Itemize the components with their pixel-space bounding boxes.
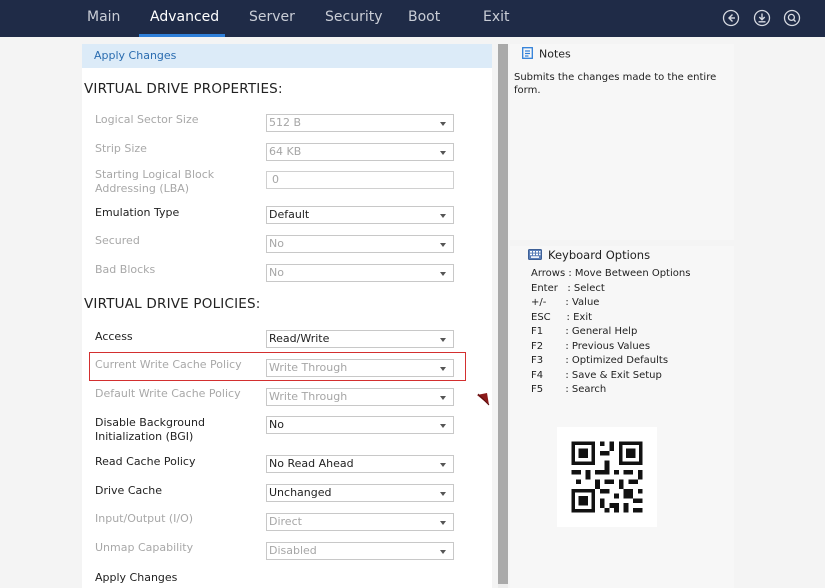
unmap-label: Unmap Capability — [95, 541, 194, 554]
secured-select: No — [266, 235, 454, 253]
keyboard-option-line: F5 : Search — [531, 384, 607, 395]
default-write-cache-select: Write Through — [266, 388, 454, 406]
keyboard-option-line: F1 : General Help — [531, 326, 638, 337]
logical-sector-size-label: Logical Sector Size — [95, 113, 199, 126]
notes-icon — [522, 47, 533, 62]
tab-security[interactable]: Security — [325, 9, 383, 25]
access-label: Access — [95, 330, 133, 343]
strip-size-value: 64 KB — [269, 145, 302, 158]
keyboard-option-line: Arrows : Move Between Options — [531, 268, 691, 279]
chevron-down-icon — [440, 492, 446, 496]
apply-changes-top-link[interactable]: Apply Changes — [82, 44, 492, 68]
read-cache-value: No Read Ahead — [269, 457, 354, 470]
tab-main[interactable]: Main — [87, 9, 120, 25]
unmap-value: Disabled — [269, 544, 317, 557]
strip-size-label: Strip Size — [95, 142, 147, 155]
access-select[interactable]: Read/Write — [266, 330, 454, 348]
notes-header: Notes — [522, 47, 571, 62]
bad-blocks-label: Bad Blocks — [95, 263, 156, 276]
secured-value: No — [269, 237, 284, 250]
default-write-cache-label: Default Write Cache Policy — [95, 387, 241, 400]
chevron-down-icon — [440, 214, 446, 218]
chevron-down-icon — [440, 338, 446, 342]
chevron-down-icon — [440, 424, 446, 428]
chevron-down-icon — [440, 550, 446, 554]
strip-size-select: 64 KB — [266, 143, 454, 161]
keyboard-options-header: Keyboard Options — [528, 248, 650, 263]
read-cache-label: Read Cache Policy — [95, 455, 196, 468]
section-title-properties: VIRTUAL DRIVE PROPERTIES: — [84, 81, 283, 97]
keyboard-option-line: ESC : Exit — [531, 311, 593, 323]
keyboard-option-line: F2 : Previous Values — [531, 340, 651, 352]
mouse-cursor-icon — [476, 390, 490, 406]
section-title-policies: VIRTUAL DRIVE POLICIES: — [84, 296, 261, 312]
emulation-type-label: Emulation Type — [95, 206, 180, 219]
keyboard-icon — [528, 248, 542, 263]
tab-boot[interactable]: Boot — [408, 9, 440, 25]
save-icon[interactable] — [753, 9, 771, 27]
drive-cache-value: Unchanged — [269, 486, 332, 499]
notes-title: Notes — [539, 47, 571, 61]
keyboard-option-line: F4 : Save & Exit Setup — [531, 369, 662, 381]
read-cache-select[interactable]: No Read Ahead — [266, 455, 454, 473]
drive-cache-select[interactable]: Unchanged — [266, 484, 454, 502]
current-write-cache-highlight — [89, 352, 466, 381]
apply-changes-bottom-link[interactable]: Apply Changes — [95, 571, 255, 585]
keyboard-options-list: Arrows : Move Between Options Enter : Se… — [531, 267, 690, 398]
disable-bgi-label: Disable Background Initialization (BGI) — [95, 416, 205, 443]
keyboard-option-line: F3 : Optimized Defaults — [531, 355, 669, 366]
drive-cache-label: Drive Cache — [95, 484, 163, 497]
chevron-down-icon — [440, 463, 446, 467]
bad-blocks-value: No — [269, 266, 284, 279]
bad-blocks-select: No — [266, 264, 454, 282]
io-label: Input/Output (I/O) — [95, 512, 194, 525]
chevron-down-icon — [440, 396, 446, 400]
chevron-down-icon — [440, 272, 446, 276]
secured-label: Secured — [95, 234, 140, 247]
search-icon[interactable] — [783, 9, 801, 27]
tab-server[interactable]: Server — [249, 9, 295, 25]
starting-lba-input: 0 — [266, 171, 454, 189]
chevron-down-icon — [440, 521, 446, 525]
chevron-down-icon — [440, 151, 446, 155]
tab-exit[interactable]: Exit — [483, 9, 510, 25]
notes-body: Submits the changes made to the entire f… — [514, 72, 717, 96]
io-value: Direct — [269, 515, 302, 528]
qr-code-icon — [557, 427, 657, 527]
disable-bgi-value: No — [269, 418, 284, 431]
chevron-down-icon — [440, 243, 446, 247]
access-value: Read/Write — [269, 332, 330, 345]
disable-bgi-select[interactable]: No — [266, 416, 454, 434]
keyboard-option-line: Enter : Select — [531, 282, 605, 294]
starting-lba-label: Starting Logical Block Addressing (LBA) — [95, 168, 215, 195]
unmap-select: Disabled — [266, 542, 454, 560]
chevron-down-icon — [440, 122, 446, 126]
logical-sector-size-select: 512 B — [266, 114, 454, 132]
default-write-cache-value: Write Through — [269, 390, 348, 403]
io-select: Direct — [266, 513, 454, 531]
keyboard-options-title: Keyboard Options — [548, 248, 651, 262]
back-icon[interactable] — [722, 9, 740, 27]
tab-advanced[interactable]: Advanced — [150, 9, 219, 25]
logical-sector-size-value: 512 B — [269, 116, 302, 129]
emulation-type-select[interactable]: Default — [266, 206, 454, 224]
scrollbar-thumb[interactable] — [498, 44, 508, 584]
keyboard-option-line: +/- : Value — [531, 297, 600, 308]
emulation-type-value: Default — [269, 208, 310, 221]
